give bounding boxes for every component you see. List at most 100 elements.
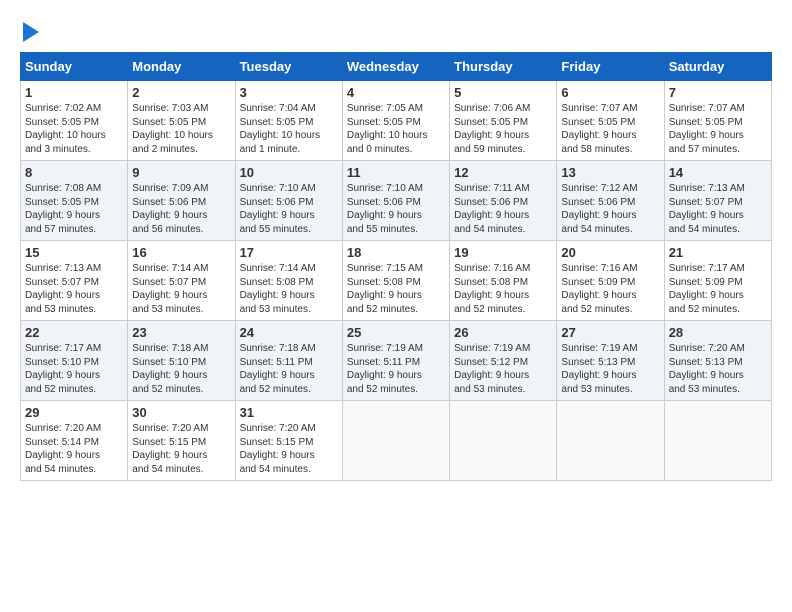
- calendar-table: SundayMondayTuesdayWednesdayThursdayFrid…: [20, 52, 772, 481]
- logo: [20, 20, 39, 42]
- day-info: Sunrise: 7:18 AM Sunset: 5:10 PM Dayligh…: [132, 342, 230, 396]
- calendar-cell: 9 Sunrise: 7:09 AM Sunset: 5:06 PM Daylig…: [128, 161, 235, 241]
- day-number: 9: [132, 165, 230, 180]
- calendar-cell: [342, 401, 449, 481]
- day-info: Sunrise: 7:10 AM Sunset: 5:06 PM Dayligh…: [347, 182, 445, 236]
- calendar-cell: 23 Sunrise: 7:18 AM Sunset: 5:10 PM Dayli…: [128, 321, 235, 401]
- calendar-header-tuesday: Tuesday: [235, 53, 342, 81]
- day-number: 18: [347, 245, 445, 260]
- day-number: 22: [25, 325, 123, 340]
- day-info: Sunrise: 7:02 AM Sunset: 5:05 PM Dayligh…: [25, 102, 123, 156]
- day-number: 10: [240, 165, 338, 180]
- calendar-header-thursday: Thursday: [450, 53, 557, 81]
- day-info: Sunrise: 7:11 AM Sunset: 5:06 PM Dayligh…: [454, 182, 552, 236]
- calendar-cell: 21 Sunrise: 7:17 AM Sunset: 5:09 PM Dayli…: [664, 241, 771, 321]
- day-info: Sunrise: 7:14 AM Sunset: 5:07 PM Dayligh…: [132, 262, 230, 316]
- day-info: Sunrise: 7:19 AM Sunset: 5:13 PM Dayligh…: [561, 342, 659, 396]
- day-number: 13: [561, 165, 659, 180]
- day-info: Sunrise: 7:20 AM Sunset: 5:13 PM Dayligh…: [669, 342, 767, 396]
- day-info: Sunrise: 7:13 AM Sunset: 5:07 PM Dayligh…: [669, 182, 767, 236]
- day-number: 14: [669, 165, 767, 180]
- calendar-week-row: 1 Sunrise: 7:02 AM Sunset: 5:05 PM Daylig…: [21, 81, 772, 161]
- day-number: 24: [240, 325, 338, 340]
- day-info: Sunrise: 7:15 AM Sunset: 5:08 PM Dayligh…: [347, 262, 445, 316]
- calendar-cell: 19Sunrise: 7:16 AM Sunset: 5:08 PM Dayli…: [450, 241, 557, 321]
- day-number: 3: [240, 85, 338, 100]
- day-info: Sunrise: 7:03 AM Sunset: 5:05 PM Dayligh…: [132, 102, 230, 156]
- day-number: 15: [25, 245, 123, 260]
- day-number: 2: [132, 85, 230, 100]
- calendar-cell: 8 Sunrise: 7:08 AM Sunset: 5:05 PM Daylig…: [21, 161, 128, 241]
- day-number: 28: [669, 325, 767, 340]
- day-number: 11: [347, 165, 445, 180]
- day-info: Sunrise: 7:18 AM Sunset: 5:11 PM Dayligh…: [240, 342, 338, 396]
- calendar-cell: 18 Sunrise: 7:15 AM Sunset: 5:08 PM Dayli…: [342, 241, 449, 321]
- calendar-cell: 29Sunrise: 7:20 AM Sunset: 5:14 PM Dayli…: [21, 401, 128, 481]
- calendar-cell: 3Sunrise: 7:04 AM Sunset: 5:05 PM Daylig…: [235, 81, 342, 161]
- day-info: Sunrise: 7:05 AM Sunset: 5:05 PM Dayligh…: [347, 102, 445, 156]
- calendar-cell: 13 Sunrise: 7:12 AM Sunset: 5:06 PM Dayli…: [557, 161, 664, 241]
- day-info: Sunrise: 7:07 AM Sunset: 5:05 PM Dayligh…: [561, 102, 659, 156]
- calendar-cell: 24 Sunrise: 7:18 AM Sunset: 5:11 PM Dayli…: [235, 321, 342, 401]
- page-header: [20, 20, 772, 42]
- calendar-cell: 4 Sunrise: 7:05 AM Sunset: 5:05 PM Daylig…: [342, 81, 449, 161]
- day-info: Sunrise: 7:09 AM Sunset: 5:06 PM Dayligh…: [132, 182, 230, 236]
- calendar-header-friday: Friday: [557, 53, 664, 81]
- day-number: 21: [669, 245, 767, 260]
- calendar-cell: 11 Sunrise: 7:10 AM Sunset: 5:06 PM Dayli…: [342, 161, 449, 241]
- day-info: Sunrise: 7:20 AM Sunset: 5:15 PM Dayligh…: [132, 422, 230, 476]
- day-number: 12: [454, 165, 552, 180]
- calendar-week-row: 15 Sunrise: 7:13 AM Sunset: 5:07 PM Dayli…: [21, 241, 772, 321]
- calendar-header-row: SundayMondayTuesdayWednesdayThursdayFrid…: [21, 53, 772, 81]
- day-number: 29: [25, 405, 123, 420]
- day-info: Sunrise: 7:16 AM Sunset: 5:09 PM Dayligh…: [561, 262, 659, 316]
- calendar-cell: 5 Sunrise: 7:06 AM Sunset: 5:05 PM Daylig…: [450, 81, 557, 161]
- day-number: 31: [240, 405, 338, 420]
- day-number: 20: [561, 245, 659, 260]
- calendar-cell: 27 Sunrise: 7:19 AM Sunset: 5:13 PM Dayli…: [557, 321, 664, 401]
- day-number: 1: [25, 85, 123, 100]
- day-info: Sunrise: 7:07 AM Sunset: 5:05 PM Dayligh…: [669, 102, 767, 156]
- calendar-cell: 6 Sunrise: 7:07 AM Sunset: 5:05 PM Daylig…: [557, 81, 664, 161]
- day-number: 4: [347, 85, 445, 100]
- day-info: Sunrise: 7:17 AM Sunset: 5:09 PM Dayligh…: [669, 262, 767, 316]
- day-info: Sunrise: 7:12 AM Sunset: 5:06 PM Dayligh…: [561, 182, 659, 236]
- calendar-cell: 30 Sunrise: 7:20 AM Sunset: 5:15 PM Dayli…: [128, 401, 235, 481]
- day-info: Sunrise: 7:20 AM Sunset: 5:15 PM Dayligh…: [240, 422, 338, 476]
- calendar-body: 1 Sunrise: 7:02 AM Sunset: 5:05 PM Daylig…: [21, 81, 772, 481]
- calendar-cell: 26 Sunrise: 7:19 AM Sunset: 5:12 PM Dayli…: [450, 321, 557, 401]
- calendar-cell: 2 Sunrise: 7:03 AM Sunset: 5:05 PM Daylig…: [128, 81, 235, 161]
- calendar-header-sunday: Sunday: [21, 53, 128, 81]
- day-number: 8: [25, 165, 123, 180]
- logo-arrow-icon: [23, 22, 39, 42]
- day-info: Sunrise: 7:19 AM Sunset: 5:11 PM Dayligh…: [347, 342, 445, 396]
- calendar-cell: 16Sunrise: 7:14 AM Sunset: 5:07 PM Dayli…: [128, 241, 235, 321]
- calendar-cell: 22 Sunrise: 7:17 AM Sunset: 5:10 PM Dayli…: [21, 321, 128, 401]
- calendar-cell: 14 Sunrise: 7:13 AM Sunset: 5:07 PM Dayli…: [664, 161, 771, 241]
- day-info: Sunrise: 7:19 AM Sunset: 5:12 PM Dayligh…: [454, 342, 552, 396]
- day-number: 23: [132, 325, 230, 340]
- calendar-cell: 15 Sunrise: 7:13 AM Sunset: 5:07 PM Dayli…: [21, 241, 128, 321]
- calendar-week-row: 29Sunrise: 7:20 AM Sunset: 5:14 PM Dayli…: [21, 401, 772, 481]
- calendar-cell: 31 Sunrise: 7:20 AM Sunset: 5:15 PM Dayli…: [235, 401, 342, 481]
- calendar-cell: 20 Sunrise: 7:16 AM Sunset: 5:09 PM Dayli…: [557, 241, 664, 321]
- day-number: 6: [561, 85, 659, 100]
- day-info: Sunrise: 7:13 AM Sunset: 5:07 PM Dayligh…: [25, 262, 123, 316]
- day-number: 27: [561, 325, 659, 340]
- calendar-header-monday: Monday: [128, 53, 235, 81]
- day-number: 5: [454, 85, 552, 100]
- day-info: Sunrise: 7:06 AM Sunset: 5:05 PM Dayligh…: [454, 102, 552, 156]
- day-info: Sunrise: 7:16 AM Sunset: 5:08 PM Dayligh…: [454, 262, 552, 316]
- calendar-cell: 7Sunrise: 7:07 AM Sunset: 5:05 PM Daylig…: [664, 81, 771, 161]
- day-info: Sunrise: 7:10 AM Sunset: 5:06 PM Dayligh…: [240, 182, 338, 236]
- day-info: Sunrise: 7:08 AM Sunset: 5:05 PM Dayligh…: [25, 182, 123, 236]
- calendar-cell: 28 Sunrise: 7:20 AM Sunset: 5:13 PM Dayli…: [664, 321, 771, 401]
- day-number: 25: [347, 325, 445, 340]
- day-number: 26: [454, 325, 552, 340]
- day-info: Sunrise: 7:17 AM Sunset: 5:10 PM Dayligh…: [25, 342, 123, 396]
- calendar-header-wednesday: Wednesday: [342, 53, 449, 81]
- calendar-cell: 1 Sunrise: 7:02 AM Sunset: 5:05 PM Daylig…: [21, 81, 128, 161]
- calendar-cell: 12 Sunrise: 7:11 AM Sunset: 5:06 PM Dayli…: [450, 161, 557, 241]
- calendar-header-saturday: Saturday: [664, 53, 771, 81]
- day-number: 30: [132, 405, 230, 420]
